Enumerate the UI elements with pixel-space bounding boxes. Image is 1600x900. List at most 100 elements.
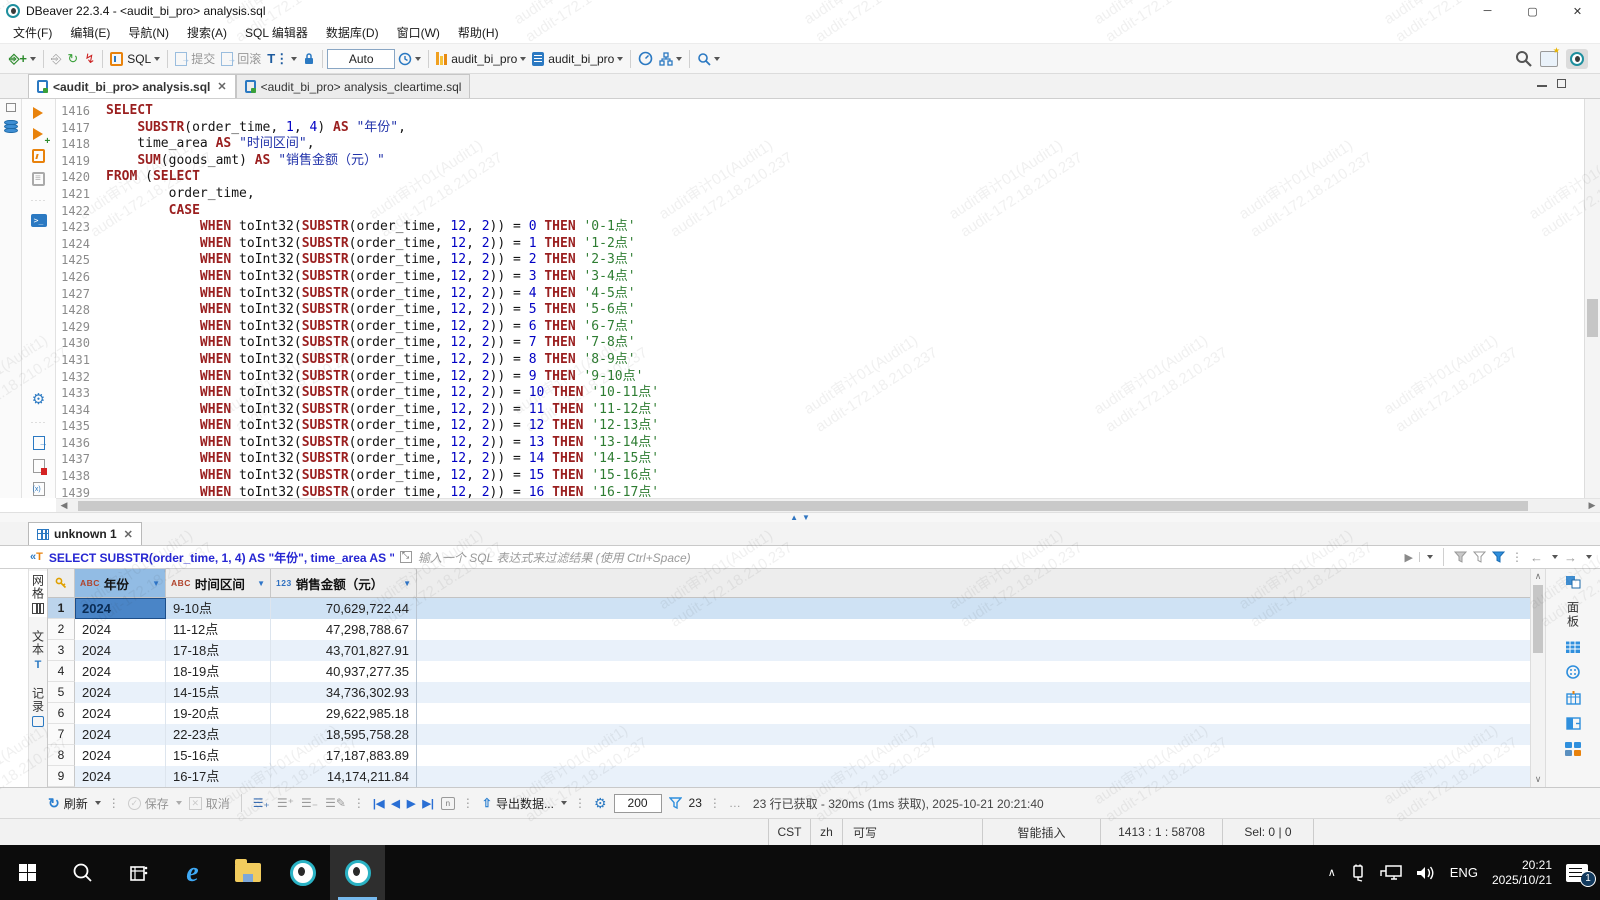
menu-item[interactable]: 帮助(H) [449, 22, 508, 43]
table-cell[interactable]: 2024 [75, 661, 166, 682]
active-database-select[interactable]: audit_bi_pro [529, 47, 626, 71]
gear-icon[interactable]: ⚙ [32, 390, 45, 408]
row-number[interactable]: 9 [48, 766, 75, 787]
commit-mode-select[interactable]: Auto [327, 49, 395, 69]
table-row[interactable]: 5202414-15点34,736,302.93 [48, 682, 1530, 703]
duplicate-row-icon[interactable]: ☰⁺ [277, 796, 294, 810]
connect-button[interactable]: ⎆ [48, 47, 64, 71]
table-cell[interactable]: 19-20点 [166, 703, 271, 724]
column-header-3[interactable]: 123销售金额（元）▼ [271, 569, 417, 597]
table-cell[interactable]: 2024 [75, 703, 166, 724]
delete-row-icon[interactable]: ☰₋ [301, 796, 318, 810]
scrollbar-track[interactable] [72, 499, 1534, 513]
table-cell[interactable]: 14-15点 [166, 682, 271, 703]
filter-input[interactable]: 输入一个 SQL 表达式来过滤结果 (使用 Ctrl+Space) [418, 549, 1405, 566]
open-perspective-icon[interactable] [1540, 51, 1558, 67]
scrollbar-thumb[interactable] [1533, 585, 1543, 653]
menu-item[interactable]: 窗口(W) [388, 22, 449, 43]
collapse-up-icon[interactable]: ▲ [790, 514, 798, 522]
task-view-button[interactable] [110, 845, 165, 900]
menu-item[interactable]: 编辑(E) [61, 22, 119, 43]
editor-horizontal-scrollbar[interactable]: ◀ ▶ [56, 498, 1600, 512]
save-filter-icon[interactable] [1492, 551, 1505, 563]
nav-forward-icon[interactable]: → [1564, 550, 1577, 565]
last-page-icon[interactable]: ▶| [422, 797, 434, 810]
code-line[interactable]: 1438 WHEN toInt32(SUBSTR(order_time, 12,… [56, 468, 1584, 485]
overflow-icon[interactable]: … [729, 796, 742, 810]
code-line[interactable]: 1421 order_time, [56, 186, 1584, 203]
taskbar-search-button[interactable] [55, 845, 110, 900]
code-line[interactable]: 1423 WHEN toInt32(SUBSTR(order_time, 12,… [56, 219, 1584, 236]
dbeaver-perspective-button[interactable] [1566, 49, 1588, 69]
results-tab-unknown1[interactable]: unknown 1 ✕ [28, 522, 142, 545]
code-line[interactable]: 1430 WHEN toInt32(SUBSTR(order_time, 12,… [56, 335, 1584, 352]
close-icon[interactable]: ✕ [217, 80, 226, 93]
tab-analysis-sql[interactable]: <audit_bi_pro> analysis.sql ✕ [28, 74, 236, 98]
row-number[interactable]: 7 [48, 724, 75, 745]
code-line[interactable]: 1432 WHEN toInt32(SUBSTR(order_time, 12,… [56, 369, 1584, 386]
database-navigator-icon[interactable] [4, 120, 18, 133]
clear-filter-icon[interactable] [1454, 551, 1467, 563]
results-view-tab-2[interactable]: 文本T [29, 627, 47, 674]
editor-results-splitter[interactable]: ▲▼ [0, 512, 1600, 522]
next-page-icon[interactable]: ▶ [407, 797, 415, 810]
table-cell[interactable]: 18,595,758.28 [271, 724, 417, 745]
search-button[interactable] [694, 47, 723, 71]
disconnect-button[interactable]: ↯ [81, 47, 98, 71]
table-cell[interactable]: 2024 [75, 745, 166, 766]
row-number[interactable]: 3 [48, 640, 75, 661]
results-view-tab-3[interactable]: 记录 [29, 684, 47, 730]
refresh-button[interactable]: ↻刷新 [48, 795, 101, 812]
scroll-up-icon[interactable]: ∧ [1531, 571, 1545, 582]
goto-row-icon[interactable]: n [441, 797, 455, 810]
network-icon[interactable] [1380, 865, 1402, 881]
row-count-funnel-icon[interactable] [669, 797, 682, 809]
filter-settings-icon[interactable] [1473, 551, 1486, 563]
start-button[interactable] [0, 845, 55, 900]
code-line[interactable]: 1439 WHEN toInt32(SUBSTR(order_time, 12,… [56, 485, 1584, 498]
menu-item[interactable]: SQL 编辑器 [236, 22, 317, 43]
code-line[interactable]: 1435 WHEN toInt32(SUBSTR(order_time, 12,… [56, 418, 1584, 435]
sort-dropdown-icon[interactable]: ▼ [257, 579, 265, 588]
export-data-button[interactable]: ⇧导出数据... [482, 795, 567, 812]
code-line[interactable]: 1437 WHEN toInt32(SUBSTR(order_time, 12,… [56, 451, 1584, 468]
new-connection-button[interactable]: ⎆+ [6, 47, 39, 71]
tray-chevron-up-icon[interactable]: ∧ [1328, 866, 1336, 879]
table-row[interactable]: 3202417-18点43,701,827.91 [48, 640, 1530, 661]
table-row[interactable]: 2202411-12点47,298,788.67 [48, 619, 1530, 640]
edit-row-icon[interactable]: ☰✎ [325, 796, 346, 810]
transaction-mode-button[interactable]: T⋮ [264, 47, 300, 71]
variables-icon[interactable] [33, 482, 45, 496]
table-cell[interactable]: 43,701,827.91 [271, 640, 417, 661]
save-button[interactable]: ✓保存 [128, 795, 182, 812]
fetch-size-input[interactable]: 200 [614, 794, 662, 813]
row-number[interactable]: 8 [48, 745, 75, 766]
table-cell[interactable]: 16-17点 [166, 766, 271, 787]
table-cell[interactable]: 2024 [75, 766, 166, 787]
column-header-2[interactable]: ABC时间区间▼ [166, 569, 271, 597]
prev-page-icon[interactable]: ◀ [391, 797, 399, 810]
table-cell[interactable]: 17,187,883.89 [271, 745, 417, 766]
expand-filter-icon[interactable] [400, 551, 412, 563]
commit-type-button[interactable] [656, 47, 685, 71]
action-center-icon[interactable]: 1 [1566, 864, 1588, 882]
execute-new-tab-icon[interactable] [33, 128, 49, 140]
value-viewer-icon[interactable] [1566, 641, 1580, 653]
table-cell[interactable]: 2024 [75, 682, 166, 703]
file-explorer-button[interactable] [220, 845, 275, 900]
menu-item[interactable]: 文件(F) [4, 22, 61, 43]
reconnect-button[interactable]: ↻ [64, 47, 81, 71]
row-number[interactable]: 4 [48, 661, 75, 682]
table-cell[interactable]: 70,629,722.44 [271, 598, 417, 619]
minimize-pane-icon[interactable] [1537, 79, 1547, 87]
table-cell[interactable]: 18-19点 [166, 661, 271, 682]
sql-editor-button[interactable]: SQL [107, 47, 163, 71]
maximize-button[interactable]: ▢ [1510, 0, 1555, 22]
code-line[interactable]: 1418 time_area AS "时间区间", [56, 136, 1584, 153]
code-line[interactable]: 1428 WHEN toInt32(SUBSTR(order_time, 12,… [56, 302, 1584, 319]
column-header-1[interactable]: ABC年份▼ [75, 569, 166, 597]
code-line[interactable]: 1426 WHEN toInt32(SUBSTR(order_time, 12,… [56, 269, 1584, 286]
table-cell[interactable]: 47,298,788.67 [271, 619, 417, 640]
terminal-icon[interactable]: >_ [31, 214, 47, 227]
row-number[interactable]: 1 [48, 598, 75, 619]
